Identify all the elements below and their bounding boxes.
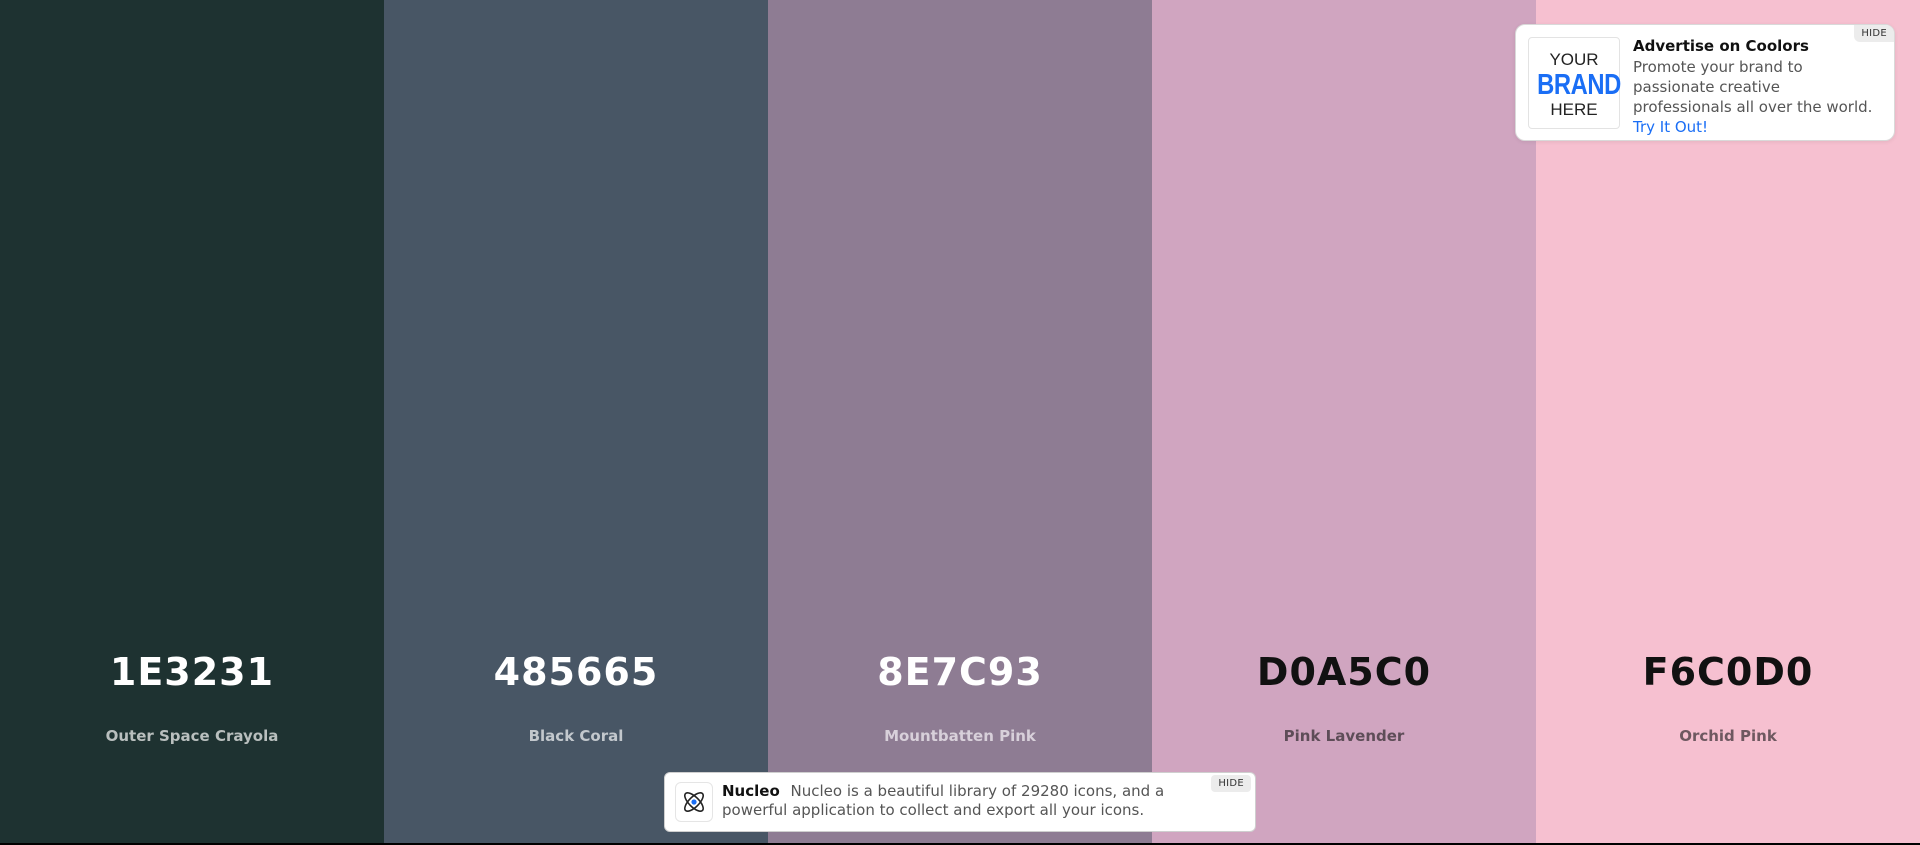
- advertise-card[interactable]: YOUR BRAND HERE Advertise on Coolors Pro…: [1515, 24, 1895, 141]
- color-name[interactable]: Pink Lavender: [1152, 727, 1536, 745]
- color-swatch[interactable]: 485665 Black Coral: [384, 0, 768, 843]
- color-name[interactable]: Black Coral: [384, 727, 768, 745]
- color-name[interactable]: Orchid Pink: [1536, 727, 1920, 745]
- color-swatch[interactable]: 1E3231 Outer Space Crayola: [0, 0, 384, 843]
- logo-line-your: YOUR: [1549, 50, 1599, 69]
- logo-line-here: HERE: [1550, 100, 1598, 119]
- logo-line-brand: BRAND: [1537, 69, 1621, 101]
- color-hex[interactable]: 485665: [384, 650, 768, 694]
- ad-title[interactable]: Advertise on Coolors: [1633, 37, 1809, 55]
- ad-description-text: Promote your brand to passionate creativ…: [1633, 58, 1873, 116]
- color-name[interactable]: Outer Space Crayola: [0, 727, 384, 745]
- nucleo-brand[interactable]: Nucleo: [722, 782, 780, 800]
- hide-ad-button[interactable]: HIDE: [1854, 25, 1894, 42]
- atom-icon[interactable]: [675, 782, 713, 822]
- nucleo-description: Nucleo is a beautiful library of 29280 i…: [722, 782, 1165, 819]
- nucleo-banner[interactable]: Nucleo Nucleo is a beautiful library of …: [664, 772, 1256, 832]
- color-hex[interactable]: 1E3231: [0, 650, 384, 694]
- try-it-out-link[interactable]: Try It Out!: [1633, 118, 1708, 136]
- color-hex[interactable]: F6C0D0: [1536, 650, 1920, 694]
- brand-placeholder-logo[interactable]: YOUR BRAND HERE: [1528, 37, 1621, 129]
- color-name[interactable]: Mountbatten Pink: [768, 727, 1152, 745]
- ad-description: Promote your brand to passionate creativ…: [1633, 57, 1883, 137]
- color-hex[interactable]: 8E7C93: [768, 650, 1152, 694]
- nucleo-text: Nucleo Nucleo is a beautiful library of …: [722, 782, 1172, 820]
- color-swatch[interactable]: 8E7C93 Mountbatten Pink: [768, 0, 1152, 843]
- color-hex[interactable]: D0A5C0: [1152, 650, 1536, 694]
- hide-nucleo-button[interactable]: HIDE: [1211, 775, 1251, 792]
- color-swatch[interactable]: D0A5C0 Pink Lavender: [1152, 0, 1536, 843]
